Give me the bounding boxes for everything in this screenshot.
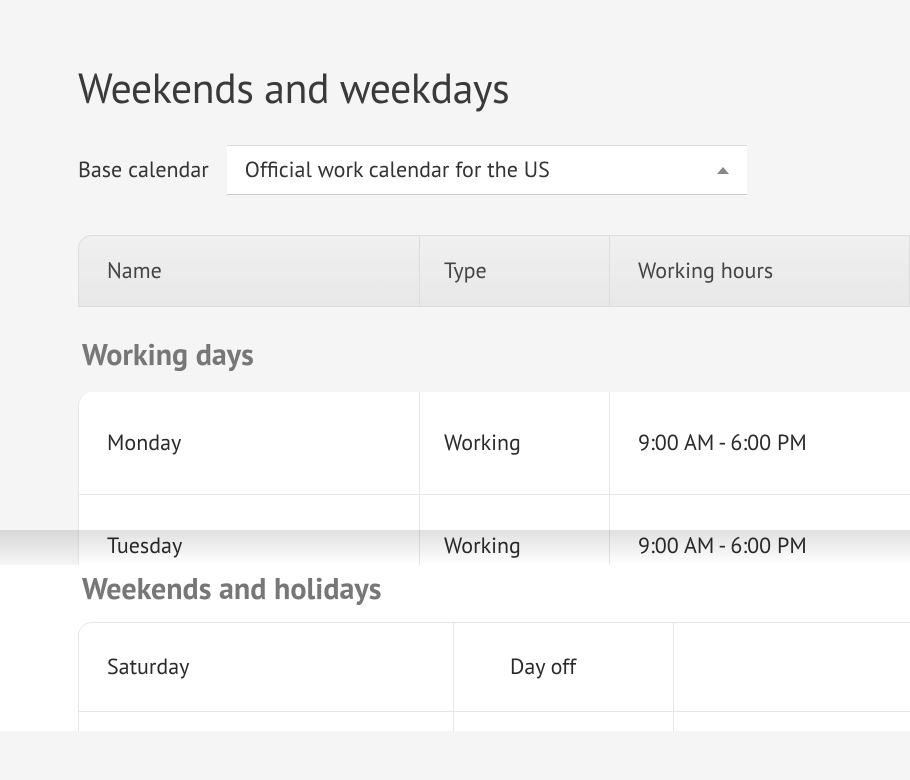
cell-hours [673, 623, 910, 711]
table-row[interactable] [79, 711, 910, 731]
cell-name [79, 712, 453, 731]
base-calendar-select[interactable]: Official work calendar for the US [227, 145, 747, 195]
calendar-table: Name Type Working hours Working days Mon… [78, 235, 910, 596]
weekends-grid: Saturday Day off [78, 622, 910, 731]
page-title: Weekends and weekdays [78, 60, 910, 115]
cell-hours [673, 712, 910, 731]
table-header: Name Type Working hours [78, 235, 910, 307]
cell-hours: 9:00 AM - 6:00 PM [609, 392, 910, 494]
cell-type [453, 712, 673, 731]
cell-name: Saturday [79, 623, 453, 711]
column-header-hours[interactable]: Working hours [609, 236, 909, 306]
cell-type: Day off [453, 623, 673, 711]
column-header-type[interactable]: Type [419, 236, 609, 306]
cell-name: Monday [79, 392, 419, 494]
chevron-up-icon [717, 167, 729, 174]
table-row[interactable]: Saturday Day off [79, 623, 910, 711]
table-row[interactable]: Monday Working 9:00 AM - 6:00 PM [79, 392, 910, 494]
weekends-section-wrap: Weekends and holidays Saturday Day off [0, 565, 910, 731]
section-title-weekends: Weekends and holidays [82, 569, 910, 608]
cell-type: Working [419, 392, 609, 494]
base-calendar-label: Base calendar [78, 156, 209, 184]
base-calendar-selected-value: Official work calendar for the US [245, 156, 550, 184]
base-calendar-row: Base calendar Official work calendar for… [78, 145, 910, 195]
section-title-working-days: Working days [82, 335, 910, 374]
column-header-name[interactable]: Name [79, 257, 419, 285]
